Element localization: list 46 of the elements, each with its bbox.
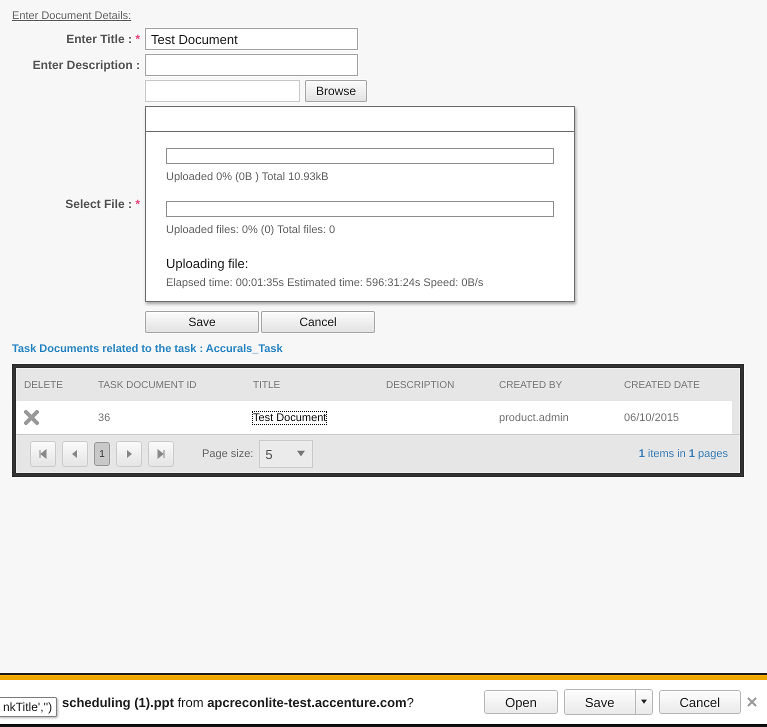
previous-page-icon: [70, 449, 80, 459]
column-header: CREATED DATE: [623, 379, 701, 393]
upload-details: Elapsed time: 00:01:35s Estimated time: 596:31:24s Speed: 0B/s: [166, 277, 484, 289]
first-page-icon: [38, 449, 48, 459]
uploading-heading: Uploading file:: [166, 256, 250, 271]
required-asterisk: *: [135, 197, 140, 211]
table-cell: 36: [90, 401, 245, 434]
title-input[interactable]: Test Document: [145, 28, 358, 50]
description-input[interactable]: [145, 54, 358, 76]
save-button[interactable]: Save: [145, 311, 259, 333]
page-button[interactable]: 1: [94, 442, 110, 466]
first-page-button[interactable]: [30, 441, 56, 467]
section-link[interactable]: Enter Document Details:: [12, 10, 132, 22]
cancel-button[interactable]: Cancel: [261, 311, 375, 333]
required-asterisk: *: [135, 32, 140, 46]
column-header: CREATED BY: [498, 379, 564, 393]
next-page-button[interactable]: [116, 441, 142, 467]
field-label: Enter Title : *: [65, 32, 140, 46]
last-page-button[interactable]: [148, 441, 174, 467]
field-label: Select File : *: [64, 197, 140, 211]
last-page-icon: [156, 449, 166, 459]
open-button[interactable]: Open: [484, 690, 558, 714]
download-prompt: scheduling (1).ppt from apcreconlite-test.accenture.com?: [62, 694, 414, 710]
previous-page-button[interactable]: [62, 441, 88, 467]
progress-text: Uploaded files: 0% (0) Total files: 0: [166, 224, 336, 236]
column-header: TITLE: [252, 379, 282, 393]
grid-title: Task Documents related to the task : Accurals_Task: [12, 343, 283, 355]
next-page-icon: [124, 449, 134, 459]
close-icon: [747, 697, 757, 707]
pager-summary: 1 items in 1 pages: [638, 448, 728, 460]
column-header: TASK DOCUMENT ID: [97, 379, 198, 393]
column-header: DELETE: [23, 379, 64, 393]
file-path-field[interactable]: [145, 80, 300, 102]
table-cell: product.admin: [491, 401, 616, 434]
table-cell: 06/10/2015: [616, 401, 732, 434]
progress-text: Uploaded 0% (0B ) Total 10.93kB: [166, 171, 330, 183]
page-size-select[interactable]: 5: [259, 440, 314, 468]
caret-icon: [295, 450, 308, 458]
column-header: DESCRIPTION: [385, 379, 456, 393]
cancel-button[interactable]: Cancel: [658, 690, 741, 714]
browse-button[interactable]: Browse: [305, 80, 368, 102]
tooltip: nkTitle',''): [0, 697, 58, 717]
caret-icon: [640, 699, 648, 705]
field-label: Enter Description :: [32, 58, 140, 72]
delete-icon[interactable]: [24, 410, 39, 425]
page-size-label: Page size:: [202, 448, 254, 460]
